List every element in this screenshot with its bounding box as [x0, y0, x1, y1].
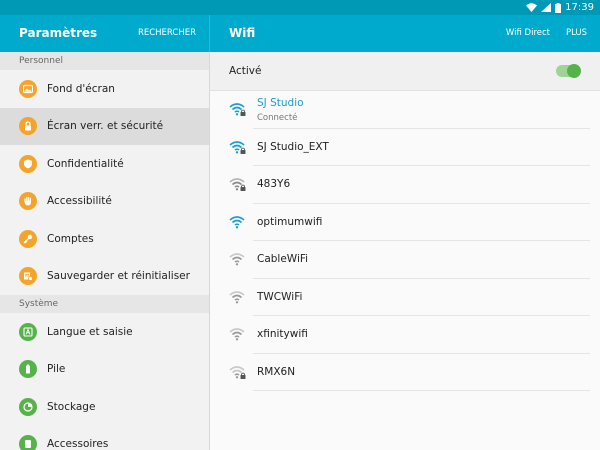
wifi-master-switch-row[interactable]: Activé — [210, 52, 600, 91]
wifi-signal-locked-icon — [229, 177, 247, 192]
wifi-toggle[interactable] — [556, 64, 581, 78]
wifi-network-status: Connecté — [257, 113, 298, 123]
wifi-network-list: SJ Studio Connecté SJ Studio_EXT 483Y6 o… — [210, 91, 600, 391]
wifi-direct-button[interactable]: Wifi Direct — [506, 28, 550, 38]
app-bar: Paramètres RECHERCHER Wifi Wifi Direct P… — [0, 15, 600, 52]
backup-icon — [19, 267, 37, 286]
header-divider — [209, 15, 210, 52]
key-icon — [19, 229, 37, 248]
wifi-network-row[interactable]: 483Y6 — [210, 166, 600, 204]
search-button[interactable]: RECHERCHER — [138, 28, 196, 38]
wifi-signal-icon — [229, 290, 247, 305]
sidebar-item-label: Accessoires — [47, 438, 109, 450]
clock: 17:39 — [565, 2, 594, 13]
storage-icon — [19, 397, 37, 416]
status-bar: 17:39 — [0, 0, 600, 15]
page-title: Paramètres — [19, 26, 98, 40]
wifi-network-row[interactable]: xfinitywifi — [210, 316, 600, 354]
sidebar-item-label: Comptes — [47, 232, 94, 245]
sidebar-item-label: Fond d'écran — [47, 82, 115, 95]
section-header-personnel: Personnel — [0, 52, 209, 70]
status-icons: 17:39 — [526, 0, 594, 15]
language-icon — [19, 322, 37, 341]
sidebar-item-privacy[interactable]: Confidentialité — [0, 145, 209, 183]
sidebar-item-label: Langue et saisie — [47, 325, 133, 338]
wifi-network-name: SJ Studio — [257, 97, 304, 109]
wifi-network-name: TWCWiFi — [257, 290, 303, 303]
sidebar-item-label: Écran verr. et sécurité — [47, 120, 164, 133]
sidebar-item-accounts[interactable]: Comptes — [0, 220, 209, 258]
settings-sidebar: Personnel Fond d'écran Écran verr. et sé… — [0, 52, 210, 450]
sidebar-item-label: Pile — [47, 363, 66, 376]
accessory-icon — [19, 435, 37, 450]
shield-icon — [19, 154, 37, 173]
sidebar-item-label: Sauvegarder et réinitialiser — [47, 270, 190, 283]
settings-header: Paramètres RECHERCHER — [0, 15, 209, 52]
section-header-systeme: Système — [0, 295, 209, 313]
wifi-signal-locked-icon — [229, 365, 247, 380]
sidebar-item-label: Confidentialité — [47, 157, 124, 170]
wifi-active-label: Activé — [229, 65, 262, 77]
wifi-network-name: 483Y6 — [257, 178, 291, 190]
sidebar-item-battery[interactable]: Pile — [0, 351, 209, 389]
wifi-pane: Activé SJ Studio Connecté SJ Studio_EXT … — [210, 52, 600, 450]
signal-status-icon — [541, 3, 552, 12]
more-button[interactable]: PLUS — [566, 28, 587, 38]
sidebar-item-accessibility[interactable]: Accessibilité — [0, 183, 209, 221]
lock-icon — [19, 117, 37, 136]
wifi-signal-icon — [229, 252, 247, 267]
wifi-signal-icon — [229, 215, 247, 230]
wifi-network-row[interactable]: optimumwifi — [210, 204, 600, 242]
battery-icon — [19, 360, 37, 379]
sidebar-item-wallpaper[interactable]: Fond d'écran — [0, 70, 209, 108]
battery-status-icon — [555, 2, 562, 13]
sidebar-item-label: Accessibilité — [47, 195, 112, 208]
wifi-network-name: xfinitywifi — [257, 328, 308, 340]
toggle-knob — [567, 64, 581, 78]
sidebar-item-label: Stockage — [47, 400, 96, 413]
wifi-status-icon — [526, 3, 538, 12]
wifi-title: Wifi — [229, 26, 256, 40]
wifi-network-name: optimumwifi — [257, 215, 323, 228]
wifi-network-row[interactable]: SJ Studio Connecté — [210, 91, 600, 129]
wifi-network-name: RMX6N — [257, 365, 296, 378]
sidebar-item-storage[interactable]: Stockage — [0, 388, 209, 426]
wifi-signal-locked-icon — [229, 102, 247, 117]
sidebar-item-language-input[interactable]: Langue et saisie — [0, 313, 209, 351]
wifi-signal-icon — [229, 327, 247, 342]
wifi-network-row[interactable]: RMX6N — [210, 354, 600, 392]
wifi-signal-locked-icon — [229, 140, 247, 155]
wifi-network-row[interactable]: CableWiFi — [210, 241, 600, 279]
sidebar-item-accessories[interactable]: Accessoires — [0, 426, 209, 450]
sidebar-item-lock-screen-security[interactable]: Écran verr. et sécurité — [0, 107, 209, 145]
wallpaper-icon — [19, 79, 37, 98]
sidebar-item-backup-reset[interactable]: Sauvegarder et réinitialiser — [0, 258, 209, 296]
wifi-network-name: CableWiFi — [257, 253, 309, 265]
hand-icon — [19, 192, 37, 211]
wifi-network-row[interactable]: TWCWiFi — [210, 279, 600, 317]
wifi-network-row[interactable]: SJ Studio_EXT — [210, 129, 600, 167]
wifi-network-name: SJ Studio_EXT — [257, 140, 329, 153]
